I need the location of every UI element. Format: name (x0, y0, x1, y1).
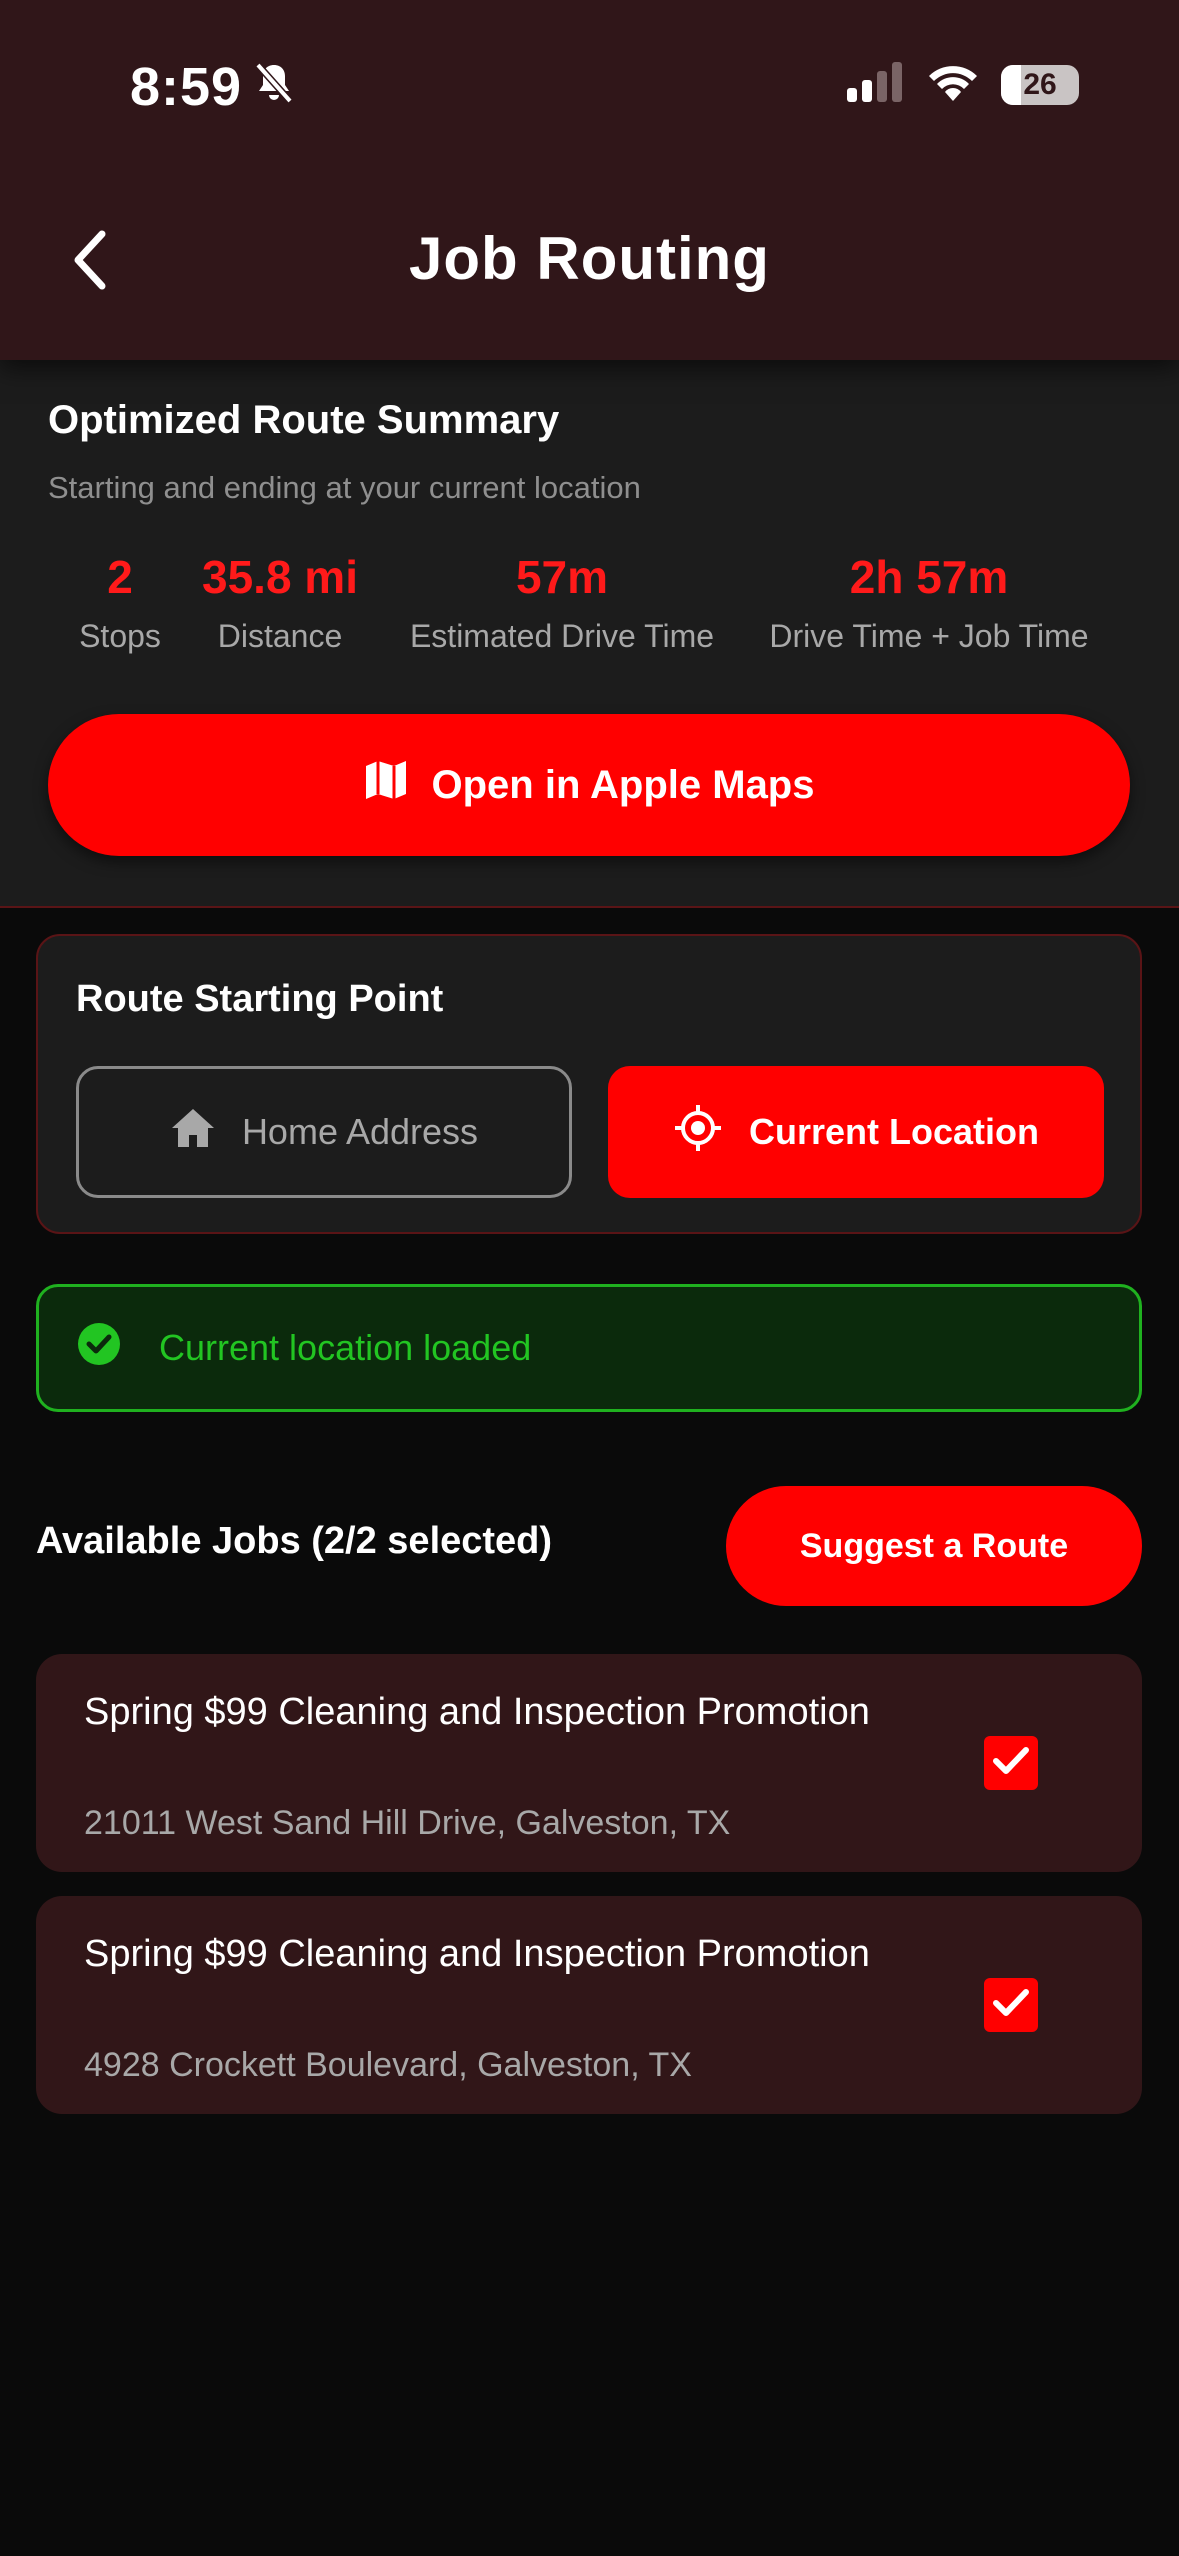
current-location-label: Current Location (748, 1111, 1039, 1152)
home-icon (170, 1107, 216, 1158)
location-status-banner: Current location loaded (36, 1284, 1142, 1412)
battery-level: 26 (1023, 67, 1057, 101)
job-title: Spring $99 Cleaning and Inspection Promo… (84, 1933, 870, 1975)
page-title: Job Routing (409, 225, 770, 292)
checkmark-icon (991, 1986, 1031, 2025)
job-card[interactable]: Spring $99 Cleaning and Inspection Promo… (36, 1896, 1142, 2114)
stat-label: Estimated Drive Time (409, 618, 715, 654)
stat-value: 2h 57m (849, 551, 1009, 603)
summary-subtitle: Starting and ending at your current loca… (48, 470, 641, 505)
maps-button-label: Open in Apple Maps (431, 762, 815, 807)
route-summary-panel: Optimized Route Summary Starting and end… (0, 360, 1179, 908)
battery-icon: 26 (1001, 64, 1079, 105)
job-checkbox[interactable] (984, 1978, 1038, 2032)
location-status-text: Current location loaded (159, 1327, 532, 1368)
suggest-route-button[interactable]: Suggest a Route (726, 1486, 1142, 1606)
wifi-icon (927, 62, 979, 107)
current-location-option[interactable]: Current Location (608, 1066, 1104, 1198)
crosshair-icon (673, 1103, 723, 1162)
job-checkbox[interactable] (984, 1736, 1038, 1790)
job-address: 21011 West Sand Hill Drive, Galveston, T… (84, 1804, 731, 1842)
stat-value: 35.8 mi (202, 551, 358, 603)
route-starting-point-card: Route Starting Point Home Address Curren… (36, 934, 1142, 1234)
cellular-signal-icon (847, 62, 905, 107)
stat-distance: 35.8 mi Distance (194, 550, 366, 655)
stat-value: 57m (515, 551, 609, 603)
bell-slash-icon (254, 56, 294, 118)
status-bar-time: 8:59 (130, 56, 294, 118)
stat-label: Stops (79, 618, 161, 654)
starting-point-title: Route Starting Point (76, 978, 444, 1020)
app-header: 8:59 26 Job Routing (0, 0, 1179, 360)
home-address-option[interactable]: Home Address (76, 1066, 572, 1198)
home-address-label: Home Address (241, 1111, 479, 1152)
status-bar-right: 26 (847, 62, 1079, 107)
checkmark-icon (991, 1744, 1031, 1783)
status-time-text: 8:59 (130, 57, 243, 117)
summary-title: Optimized Route Summary (48, 398, 560, 442)
stat-drive-time: 57m Estimated Drive Time (394, 550, 730, 655)
job-title: Spring $99 Cleaning and Inspection Promo… (84, 1691, 870, 1733)
job-card[interactable]: Spring $99 Cleaning and Inspection Promo… (36, 1654, 1142, 1872)
available-jobs-header: Available Jobs (2/2 selected) (36, 1520, 553, 1562)
stat-label: Drive Time + Job Time (769, 618, 1089, 654)
check-circle-icon (77, 1322, 121, 1375)
open-apple-maps-button[interactable]: Open in Apple Maps (48, 714, 1130, 856)
stat-label: Distance (217, 618, 343, 654)
stat-value: 2 (107, 551, 133, 603)
stat-total-time: 2h 57m Drive Time + Job Time (752, 550, 1106, 655)
map-icon (364, 758, 408, 812)
stat-stops: 2 Stops (64, 550, 176, 655)
job-address: 4928 Crockett Boulevard, Galveston, TX (84, 2046, 692, 2084)
